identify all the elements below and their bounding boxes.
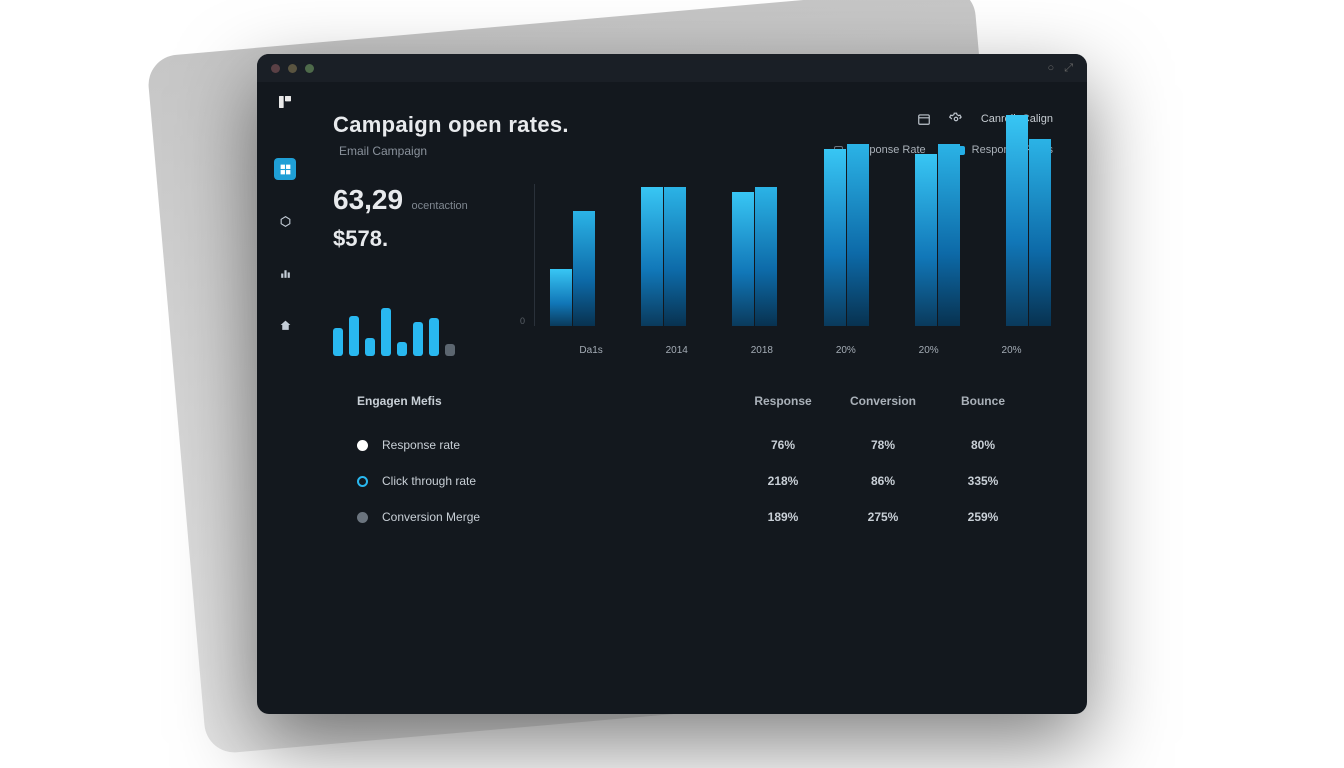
- metric-name: Response rate: [382, 438, 460, 452]
- y-axis-zero-label: 0: [520, 316, 525, 326]
- nav-home[interactable]: [274, 314, 296, 336]
- chart-bar: [755, 187, 777, 326]
- settings-icon[interactable]: [949, 112, 963, 126]
- nav-stats[interactable]: [274, 262, 296, 284]
- kpi-main-label: ocentaction: [412, 200, 468, 212]
- main-chart: 0 Da1s 2014 2018 20% 20% 20%: [518, 184, 1053, 356]
- chart-bar: [664, 187, 686, 326]
- chart-bar: [847, 144, 869, 326]
- metric-cell: 218%: [733, 474, 833, 488]
- x-axis-label: 2018: [751, 345, 773, 356]
- page-subtitle: Email Campaign: [339, 144, 569, 158]
- table-row: Click through rate 218%86%335%: [357, 474, 1033, 488]
- x-axis-label: 20%: [836, 345, 856, 356]
- metric-bullet-icon: [357, 476, 368, 487]
- metric-name: Click through rate: [382, 474, 476, 488]
- sparkline-bar: [397, 342, 407, 356]
- sparkline-bar: [445, 344, 455, 356]
- sparkline-bar: [365, 338, 375, 356]
- table-column-header: Conversion: [833, 394, 933, 408]
- table-column-header: Bounce: [933, 394, 1033, 408]
- metric-cell: 86%: [833, 474, 933, 488]
- chart-bar: [1029, 139, 1051, 326]
- kpi-money-value: $578.: [333, 226, 498, 252]
- kpi-main-value: 63,29: [333, 184, 403, 215]
- bar-group: [824, 144, 869, 326]
- app-window: ○ ⤢ Campaign open rates.: [257, 54, 1087, 714]
- metric-bullet-icon: [357, 512, 368, 523]
- sparkline-chart: [333, 300, 498, 356]
- chart-bar: [824, 149, 846, 326]
- window-control-icon[interactable]: ○: [1048, 62, 1055, 75]
- maximize-window-button[interactable]: [305, 64, 314, 73]
- close-window-button[interactable]: [271, 64, 280, 73]
- table-column-header: Response: [733, 394, 833, 408]
- metric-cell: 80%: [933, 438, 1033, 452]
- chart-bar: [1006, 115, 1028, 326]
- logo-icon: [277, 94, 293, 110]
- sparkline-bar: [429, 318, 439, 356]
- metric-cell: 76%: [733, 438, 833, 452]
- metric-cell: 259%: [933, 510, 1033, 524]
- window-control-icon[interactable]: ⤢: [1064, 62, 1073, 75]
- sparkline-bar: [413, 322, 423, 356]
- metric-cell: 335%: [933, 474, 1033, 488]
- metric-bullet-icon: [357, 440, 368, 451]
- chart-bar: [732, 192, 754, 326]
- x-axis-label: 20%: [919, 345, 939, 356]
- sparkline-bar: [381, 308, 391, 356]
- metric-cell: 189%: [733, 510, 833, 524]
- x-axis-label: 2014: [666, 345, 688, 356]
- x-axis-label: 20%: [1002, 345, 1022, 356]
- calendar-icon[interactable]: [917, 112, 931, 126]
- chart-bar: [641, 187, 663, 326]
- bar-group: [641, 187, 686, 326]
- chart-bar: [938, 144, 960, 326]
- metrics-table: Engagen Mefis Response Conversion Bounce…: [333, 394, 1053, 546]
- titlebar: ○ ⤢: [257, 54, 1087, 82]
- sidebar: [257, 82, 313, 714]
- sparkline-bar: [349, 316, 359, 356]
- metric-cell: 78%: [833, 438, 933, 452]
- minimize-window-button[interactable]: [288, 64, 297, 73]
- metric-name: Conversion Merge: [382, 510, 480, 524]
- sparkline-bar: [333, 328, 343, 356]
- bar-group: [732, 187, 777, 326]
- nav-circle[interactable]: [274, 210, 296, 232]
- kpi-panel: 63,29 ocentaction $578.: [333, 184, 498, 356]
- bar-group: [915, 144, 960, 326]
- bar-group: [550, 211, 595, 326]
- nav-dashboard[interactable]: [274, 158, 296, 180]
- table-row: Response rate 76%78%80%: [357, 438, 1033, 452]
- chart-bar: [915, 154, 937, 327]
- x-axis-label: Da1s: [579, 345, 602, 356]
- chart-bar: [550, 269, 572, 327]
- table-title: Engagen Mefis: [357, 394, 733, 408]
- metric-cell: 275%: [833, 510, 933, 524]
- bar-group: [1006, 115, 1051, 326]
- chart-bar: [573, 211, 595, 326]
- table-row: Conversion Merge 189%275%259%: [357, 510, 1033, 524]
- page-title: Campaign open rates.: [333, 112, 569, 138]
